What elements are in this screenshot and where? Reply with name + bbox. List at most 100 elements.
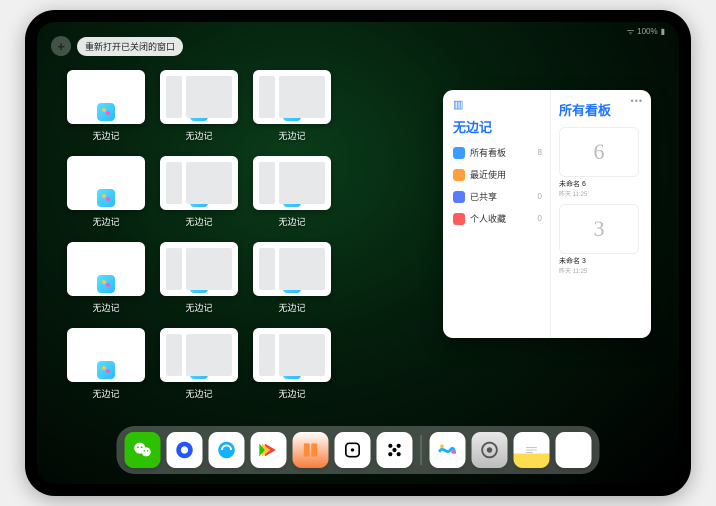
- menu-item-label: 所有看板: [470, 146, 506, 159]
- dock-wechat-icon[interactable]: [125, 432, 161, 468]
- thumb-label: 无边记: [185, 215, 212, 228]
- sidebar-menu-item[interactable]: 所有看板 8: [453, 146, 542, 159]
- thumb-preview: [253, 156, 331, 210]
- thumb-preview: [160, 70, 238, 124]
- freeform-app-icon: [283, 361, 301, 379]
- thumb-preview: [253, 70, 331, 124]
- freeform-app-icon: [97, 275, 115, 293]
- sidebar-menu-item[interactable]: 最近使用: [453, 168, 542, 181]
- freeform-app-icon: [97, 103, 115, 121]
- menu-item-icon: [453, 213, 465, 225]
- window-thumb[interactable]: 无边记: [67, 70, 145, 142]
- thumb-preview: [67, 156, 145, 210]
- board-thumbnail: 3: [559, 204, 639, 254]
- top-bar: + 重新打开已关闭的窗口: [51, 36, 183, 56]
- thumb-preview: [253, 328, 331, 382]
- battery-icon: ▮: [661, 27, 665, 36]
- thumb-label: 无边记: [278, 387, 305, 400]
- thumb-label: 无边记: [185, 129, 212, 142]
- dock: [117, 426, 600, 474]
- board-card[interactable]: 6 未命名 6昨天 11:25: [559, 127, 639, 198]
- window-thumb[interactable]: 无边记: [253, 328, 331, 400]
- window-thumb[interactable]: 无边记: [67, 328, 145, 400]
- dock-game-dice-icon[interactable]: [335, 432, 371, 468]
- dock-settings-icon[interactable]: [472, 432, 508, 468]
- reopen-closed-window-button[interactable]: 重新打开已关闭的窗口: [77, 37, 183, 56]
- wifi-icon: ᯤ: [627, 26, 634, 37]
- dock-books-icon[interactable]: [293, 432, 329, 468]
- dock-app-library-icon[interactable]: [556, 432, 592, 468]
- freeform-app-icon: [190, 361, 208, 379]
- window-thumb[interactable]: 无边记: [253, 156, 331, 228]
- window-thumb[interactable]: 无边记: [160, 70, 238, 142]
- window-thumb[interactable]: 无边记: [160, 156, 238, 228]
- screen: ᯤ 100% ▮ + 重新打开已关闭的窗口 无边记无边记无边记无边记无边记无边记…: [37, 22, 679, 484]
- board-timestamp: 昨天 11:25: [559, 189, 639, 198]
- freeform-app-icon: [283, 103, 301, 121]
- menu-item-count: 8: [538, 148, 542, 157]
- freeform-app-icon: [97, 189, 115, 207]
- board-timestamp: 昨天 11:25: [559, 266, 639, 275]
- dock-notes-icon[interactable]: [514, 432, 550, 468]
- battery-label: 100%: [637, 27, 657, 36]
- thumb-label: 无边记: [278, 301, 305, 314]
- window-thumb[interactable]: 无边记: [67, 242, 145, 314]
- sidebar-menu-item[interactable]: 个人收藏 0: [453, 212, 542, 225]
- menu-item-icon: [453, 169, 465, 181]
- dock-freeform-icon[interactable]: [430, 432, 466, 468]
- dock-video-play-icon[interactable]: [251, 432, 287, 468]
- board-thumbnail: 6: [559, 127, 639, 177]
- dock-separator: [421, 435, 422, 465]
- thumb-preview: [67, 328, 145, 382]
- freeform-panel: ••• ▥ 无边记 所有看板 8 最近使用已共享 0 个人收藏 0 所有看板 6 未命名 6…: [443, 90, 651, 338]
- panel-sidebar: ▥ 无边记 所有看板 8 最近使用已共享 0 个人收藏 0: [443, 90, 551, 338]
- window-thumb[interactable]: 无边记: [253, 70, 331, 142]
- dock-app-dots-icon[interactable]: [377, 432, 413, 468]
- thumb-preview: [160, 328, 238, 382]
- thumb-label: 无边记: [92, 301, 119, 314]
- freeform-app-icon: [283, 275, 301, 293]
- board-card[interactable]: 3 未命名 3昨天 11:25: [559, 204, 639, 275]
- thumb-preview: [67, 242, 145, 296]
- status-bar: ᯤ 100% ▮: [627, 26, 665, 37]
- panel-content: 所有看板 6未命名 6昨天 11:253未命名 3昨天 11:25: [551, 90, 651, 338]
- thumb-preview: [160, 156, 238, 210]
- sidebar-toggle-icon[interactable]: ▥: [453, 98, 542, 111]
- new-window-button[interactable]: +: [51, 36, 71, 56]
- menu-item-label: 最近使用: [470, 168, 506, 181]
- thumb-label: 无边记: [185, 301, 212, 314]
- menu-item-label: 个人收藏: [470, 212, 506, 225]
- thumb-preview: [253, 242, 331, 296]
- thumb-label: 无边记: [278, 129, 305, 142]
- more-icon[interactable]: •••: [631, 96, 643, 106]
- dock-tencent-video-icon[interactable]: [167, 432, 203, 468]
- freeform-app-icon: [190, 103, 208, 121]
- thumb-label: 无边记: [185, 387, 212, 400]
- thumb-label: 无边记: [278, 215, 305, 228]
- sidebar-menu-item[interactable]: 已共享 0: [453, 190, 542, 203]
- menu-item-icon: [453, 191, 465, 203]
- board-label: 未命名 6: [559, 179, 639, 189]
- panel-title: 无边记: [453, 117, 542, 136]
- thumb-label: 无边记: [92, 215, 119, 228]
- thumb-label: 无边记: [92, 387, 119, 400]
- window-thumb[interactable]: 无边记: [160, 242, 238, 314]
- board-label: 未命名 3: [559, 256, 639, 266]
- freeform-app-icon: [190, 189, 208, 207]
- window-grid: 无边记无边记无边记无边记无边记无边记无边记无边记无边记无边记无边记无边记: [67, 70, 427, 400]
- tablet-frame: ᯤ 100% ▮ + 重新打开已关闭的窗口 无边记无边记无边记无边记无边记无边记…: [25, 10, 691, 496]
- freeform-app-icon: [190, 275, 208, 293]
- freeform-app-icon: [283, 189, 301, 207]
- thumb-preview: [160, 242, 238, 296]
- window-thumb[interactable]: 无边记: [67, 156, 145, 228]
- thumb-label: 无边记: [92, 129, 119, 142]
- menu-item-count: 0: [538, 214, 542, 223]
- menu-item-count: 0: [538, 192, 542, 201]
- dock-qq-browser-icon[interactable]: [209, 432, 245, 468]
- freeform-app-icon: [97, 361, 115, 379]
- menu-item-label: 已共享: [470, 190, 497, 203]
- window-thumb[interactable]: 无边记: [253, 242, 331, 314]
- thumb-preview: [67, 70, 145, 124]
- window-thumb[interactable]: 无边记: [160, 328, 238, 400]
- menu-item-icon: [453, 147, 465, 159]
